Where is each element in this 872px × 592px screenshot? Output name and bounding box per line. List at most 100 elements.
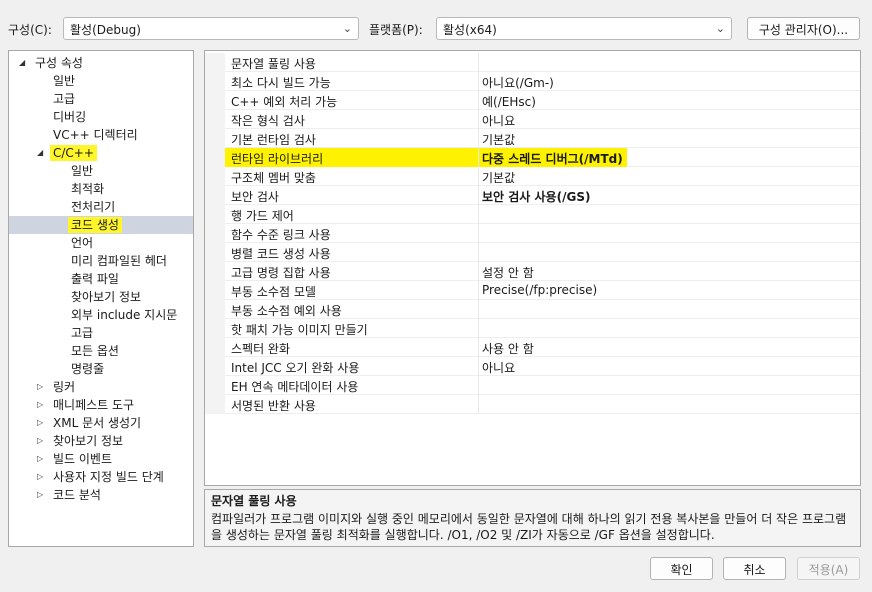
tree-item[interactable]: ▷ 코드 분석 — [9, 486, 193, 504]
column-divider — [478, 53, 479, 72]
column-divider — [478, 281, 479, 300]
tree-item[interactable]: ▷ 매니페스트 도구 — [9, 396, 193, 414]
property-value[interactable]: Precise(/fp:precise) — [482, 283, 597, 297]
tree-item[interactable]: ▷ XML 문서 생성기 — [9, 414, 193, 432]
description-text: 컴파일러가 프로그램 이미지와 실행 중인 메모리에서 동일한 문자열에 대해 … — [211, 512, 847, 542]
tree-item-label: 구성 속성 — [35, 56, 83, 70]
triangle-right-icon[interactable]: ▷ — [37, 450, 43, 468]
column-divider — [478, 72, 479, 91]
tree-item[interactable]: ▷ 찾아보기 정보 — [9, 432, 193, 450]
tree-item[interactable]: 전처리기 — [9, 198, 193, 216]
property-row[interactable]: 서명된 반환 사용 — [205, 395, 860, 414]
property-row[interactable]: 병렬 코드 생성 사용 — [205, 243, 860, 262]
tree-item-label: 링커 — [53, 380, 76, 394]
property-row[interactable]: 보안 검사 보안 검사 사용(/GS) — [205, 186, 860, 205]
property-value[interactable]: 아니요(/Gm-) — [482, 74, 554, 91]
tree-item[interactable]: 최적화 — [9, 180, 193, 198]
property-row[interactable]: 런타임 라이브러리 다중 스레드 디버그(/MTd) — [205, 148, 860, 167]
tree-item-label: VC++ 디렉터리 — [53, 128, 138, 142]
property-value[interactable]: 예(/EHsc) — [482, 93, 536, 110]
tree-item-label: 고급 — [53, 92, 76, 106]
tree-item[interactable]: ▷ 링커 — [9, 378, 193, 396]
property-row[interactable]: Intel JCC 오기 완화 사용 아니요 — [205, 357, 860, 376]
triangle-down-icon[interactable]: ◢ — [37, 144, 43, 162]
tree-item-label: 명령줄 — [71, 362, 105, 376]
property-name: 최소 다시 빌드 가능 — [231, 76, 331, 90]
tree-item[interactable]: 미리 컴파일된 헤더 — [9, 252, 193, 270]
property-row[interactable]: C++ 예외 처리 가능 예(/EHsc) — [205, 91, 860, 110]
description-panel: 문자열 풀링 사용 컴파일러가 프로그램 이미지와 실행 중인 메모리에서 동일… — [204, 489, 861, 547]
platform-value: 활성(x64) — [443, 23, 497, 37]
property-row[interactable]: 부동 소수점 예외 사용 — [205, 300, 860, 319]
triangle-down-icon[interactable]: ◢ — [19, 54, 25, 72]
property-name: 병렬 코드 생성 사용 — [231, 247, 331, 261]
property-row[interactable]: 부동 소수점 모델 Precise(/fp:precise) — [205, 281, 860, 300]
triangle-right-icon[interactable]: ▷ — [37, 468, 43, 486]
row-gutter — [205, 72, 225, 91]
row-gutter — [205, 91, 225, 110]
property-value[interactable]: 기본값 — [482, 131, 515, 148]
tree-item-label: 찾아보기 정보 — [53, 434, 124, 448]
config-manager-button[interactable]: 구성 관리자(O)... — [747, 17, 860, 40]
column-divider — [478, 129, 479, 148]
property-row[interactable]: 기본 런타임 검사 기본값 — [205, 129, 860, 148]
config-select[interactable]: 활성(Debug) ⌄ — [63, 17, 359, 40]
property-row[interactable]: 작은 형식 검사 아니요 — [205, 110, 860, 129]
tree-item[interactable]: 언어 — [9, 234, 193, 252]
tree-item[interactable]: ▷ 빌드 이벤트 — [9, 450, 193, 468]
property-value[interactable]: 아니요 — [482, 359, 515, 376]
property-row[interactable]: 행 가드 제어 — [205, 205, 860, 224]
tree-item-label: XML 문서 생성기 — [53, 416, 142, 430]
tree-item[interactable]: VC++ 디렉터리 — [9, 126, 193, 144]
property-name: 작은 형식 검사 — [231, 114, 305, 128]
tree-item-label: 코드 분석 — [53, 488, 101, 502]
tree-item[interactable]: 일반 — [9, 72, 193, 90]
tree-item-label: 일반 — [53, 74, 76, 88]
ok-button[interactable]: 확인 — [650, 557, 713, 580]
tree-item[interactable]: 고급 — [9, 324, 193, 342]
triangle-right-icon[interactable]: ▷ — [37, 486, 43, 504]
tree-item[interactable]: 찾아보기 정보 — [9, 288, 193, 306]
tree-item-label: 외부 include 지시문 — [71, 308, 178, 322]
tree-item-label: 코드 생성 — [68, 217, 122, 233]
tree-item[interactable]: 디버깅 — [9, 108, 193, 126]
property-value[interactable]: 기본값 — [482, 169, 515, 186]
tree-item-label: 최적화 — [71, 182, 105, 196]
tree-item-label: 모든 옵션 — [71, 344, 119, 358]
property-row[interactable]: 핫 패치 가능 이미지 만들기 — [205, 319, 860, 338]
platform-select[interactable]: 활성(x64) ⌄ — [436, 17, 732, 40]
cancel-button[interactable]: 취소 — [723, 557, 786, 580]
property-row[interactable]: 구조체 멤버 맞춤 기본값 — [205, 167, 860, 186]
tree-item[interactable]: ◢ 구성 속성 — [9, 54, 193, 72]
column-divider — [478, 338, 479, 357]
property-name: 기본 런타임 검사 — [231, 133, 316, 147]
tree-item[interactable]: ▷ 사용자 지정 빌드 단계 — [9, 468, 193, 486]
property-row[interactable]: EH 연속 메타데이터 사용 — [205, 376, 860, 395]
triangle-right-icon[interactable]: ▷ — [37, 432, 43, 450]
property-row[interactable]: 최소 다시 빌드 가능 아니요(/Gm-) — [205, 72, 860, 91]
row-gutter — [205, 262, 225, 281]
triangle-right-icon[interactable]: ▷ — [37, 396, 43, 414]
triangle-right-icon[interactable]: ▷ — [37, 414, 43, 432]
property-value[interactable]: 다중 스레드 디버그(/MTd) — [482, 150, 623, 167]
tree-item[interactable]: 출력 파일 — [9, 270, 193, 288]
tree-item[interactable]: 모든 옵션 — [9, 342, 193, 360]
property-row[interactable]: 함수 수준 링크 사용 — [205, 224, 860, 243]
tree-item[interactable]: 일반 — [9, 162, 193, 180]
tree-item[interactable]: 코드 생성 — [9, 216, 193, 234]
property-row[interactable]: 고급 명령 집합 사용 설정 안 함 — [205, 262, 860, 281]
property-name: 고급 명령 집합 사용 — [231, 266, 331, 280]
property-value[interactable]: 설정 안 함 — [482, 264, 534, 281]
triangle-right-icon[interactable]: ▷ — [37, 378, 43, 396]
apply-button[interactable]: 적용(A) — [797, 557, 860, 580]
property-name: 스펙터 완화 — [231, 342, 291, 356]
tree-item[interactable]: 외부 include 지시문 — [9, 306, 193, 324]
tree-item[interactable]: 고급 — [9, 90, 193, 108]
property-row[interactable]: 스펙터 완화 사용 안 함 — [205, 338, 860, 357]
property-value[interactable]: 아니요 — [482, 112, 515, 129]
property-row[interactable]: 문자열 풀링 사용 — [205, 53, 860, 72]
tree-item[interactable]: 명령줄 — [9, 360, 193, 378]
tree-item[interactable]: ◢ C/C++ — [9, 144, 193, 162]
property-value[interactable]: 보안 검사 사용(/GS) — [482, 188, 590, 205]
property-value[interactable]: 사용 안 함 — [482, 340, 534, 357]
